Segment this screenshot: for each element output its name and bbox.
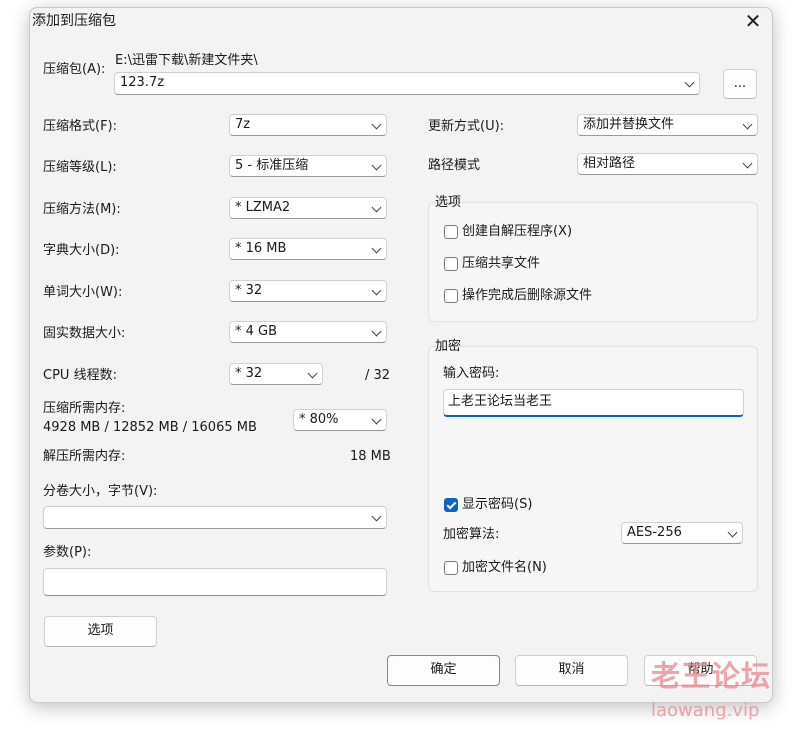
chevron-down-icon [684,77,695,88]
level-label: 压缩等级(L): [43,160,117,175]
chevron-down-icon [371,326,382,337]
chevron-down-icon [307,368,318,379]
chevron-down-icon [742,119,753,130]
update-label: 更新方式(U): [428,119,505,134]
chevron-down-icon [371,285,382,296]
cpu-max: / 32 [365,368,391,383]
window-title: 添加到压缩包 [32,13,116,29]
mem-comp-detail: 4928 MB / 12852 MB / 16065 MB [43,420,257,435]
mem-decomp-label: 解压所需内存: [43,449,126,464]
update-select[interactable]: 添加并替换文件 [577,114,758,136]
cpu-label: CPU 线程数: [43,368,117,383]
mem-comp-value: * 80% [299,412,339,427]
mem-comp-select[interactable]: * 80% [293,409,387,431]
encrypt-names-label[interactable]: 加密文件名(N) [462,559,547,577]
options-button[interactable]: 选项 [44,616,157,647]
sfx-label[interactable]: 创建自解压程序(X) [462,223,572,241]
options-group-title: 选项 [435,195,462,210]
dict-label: 字典大小(D): [43,243,120,258]
method-value: * LZMA2 [235,200,291,215]
chevron-down-icon [371,243,382,254]
chevron-down-icon [371,119,382,130]
delete-after-checkbox[interactable] [444,289,458,303]
encryption-method-label: 加密算法: [443,527,500,542]
cpu-select[interactable]: * 32 [229,363,323,385]
encrypt-names-checkbox[interactable] [444,561,458,575]
watermark-url: laowang.vip [651,700,760,721]
archive-name-combo[interactable]: 123.7z [114,72,700,95]
browse-button[interactable]: ... [723,69,757,99]
word-label: 单词大小(W): [43,285,123,300]
word-value: * 32 [235,283,263,298]
mem-comp-label: 压缩所需内存: [43,401,126,416]
cpu-value: * 32 [235,366,263,381]
format-select[interactable]: 7z [229,114,387,136]
split-label: 分卷大小，字节(V): [43,484,158,499]
password-value: 上老王论坛当老王 [448,394,553,409]
sfx-checkbox[interactable] [444,225,458,239]
format-value: 7z [235,117,251,132]
archive-path: E:\迅雷下载\新建文件夹\ [115,53,258,68]
password-input[interactable]: 上老王论坛当老王 [443,389,744,417]
show-password-checkbox[interactable] [444,498,458,512]
level-select[interactable]: 5 - 标准压缩 [229,155,387,177]
shared-files-checkbox[interactable] [444,257,458,271]
word-select[interactable]: * 32 [229,280,387,302]
cancel-button[interactable]: 取消 [515,655,628,686]
encryption-group-title: 加密 [435,339,462,354]
solid-select[interactable]: * 4 GB [229,321,387,343]
params-label: 参数(P): [43,545,92,560]
mem-decomp-value: 18 MB [350,449,391,464]
archive-name-value: 123.7z [120,75,165,90]
dict-select[interactable]: * 16 MB [229,238,387,260]
add-to-archive-dialog: 添加到压缩包 ✕ 压缩包(A): E:\迅雷下载\新建文件夹\ 123.7z .… [29,7,773,703]
close-icon[interactable]: ✕ [742,10,764,32]
archive-label: 压缩包(A): [43,62,106,77]
chevron-down-icon [371,202,382,213]
encryption-method-select[interactable]: AES-256 [621,522,743,544]
method-select[interactable]: * LZMA2 [229,197,387,219]
watermark-text: 老王论坛 [651,659,772,693]
chevron-down-icon [371,511,382,522]
encryption-method-value: AES-256 [627,525,682,540]
pathmode-label: 路径模式 [428,158,481,173]
pathmode-select[interactable]: 相对路径 [577,153,758,175]
chevron-down-icon [727,527,738,538]
shared-files-label[interactable]: 压缩共享文件 [462,255,540,273]
chevron-down-icon [371,160,382,171]
pathmode-value: 相对路径 [583,156,636,171]
ok-button[interactable]: 确定 [387,655,500,686]
level-value: 5 - 标准压缩 [235,158,309,173]
delete-after-label[interactable]: 操作完成后删除源文件 [462,287,592,305]
solid-value: * 4 GB [235,324,278,339]
solid-label: 固实数据大小: [43,326,126,341]
params-input[interactable] [43,568,387,596]
dict-value: * 16 MB [235,241,287,256]
chevron-down-icon [371,414,382,425]
format-label: 压缩格式(F): [43,119,118,134]
method-label: 压缩方法(M): [43,202,121,217]
show-password-label[interactable]: 显示密码(S) [462,496,532,514]
split-size-combo[interactable] [43,506,387,529]
update-value: 添加并替换文件 [583,117,675,132]
password-label: 输入密码: [443,366,500,381]
chevron-down-icon [742,158,753,169]
